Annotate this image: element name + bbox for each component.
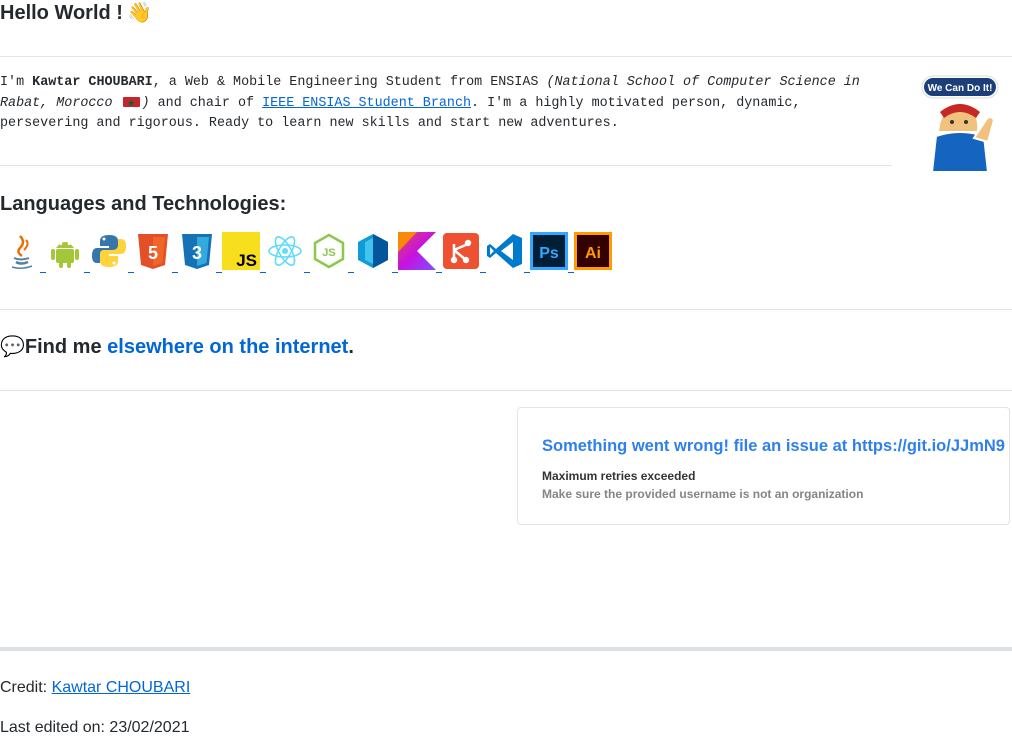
error-message: Maximum retries exceeded (542, 469, 696, 483)
credit-link[interactable]: Kawtar CHOUBARI (52, 679, 191, 696)
html5-icon[interactable]: 5 (134, 232, 172, 270)
photoshop-icon[interactable]: Ps (530, 232, 568, 270)
elsewhere-link[interactable]: elsewhere on the internet (107, 336, 348, 358)
javascript-icon[interactable]: JS (222, 232, 260, 270)
morocco-flag-icon (122, 94, 140, 115)
link-underline (128, 272, 134, 273)
divider (0, 390, 1012, 391)
speech-bubble-icon: 💬 (0, 336, 25, 358)
link-underline (172, 272, 178, 273)
find-me-heading: 💬Find me elsewhere on the internet. (0, 334, 354, 360)
find-me-suffix: . (348, 336, 354, 358)
divider (0, 56, 1012, 57)
link-underline (348, 272, 354, 273)
credit-line: Credit: Kawtar CHOUBARI (0, 678, 190, 698)
link-underline (40, 272, 46, 273)
error-hint: Make sure the provided username is not a… (542, 487, 864, 501)
svg-text:5: 5 (148, 243, 158, 263)
css3-icon[interactable]: 3 (178, 232, 216, 270)
wave-icon: 👋 (126, 2, 152, 24)
kotlin-icon[interactable] (398, 232, 436, 270)
svg-text:Ps: Ps (539, 245, 559, 262)
page-title: Hello World ! 👋 (0, 0, 152, 26)
author-name: Kawtar CHOUBARI (32, 75, 153, 90)
link-underline (304, 272, 310, 273)
react-icon[interactable] (266, 232, 304, 270)
link-underline (260, 272, 266, 273)
last-edited: Last edited on: 23/02/2021 (0, 719, 190, 736)
divider (0, 309, 1012, 310)
nodejs-icon[interactable]: JS (310, 232, 348, 270)
link-underline (568, 272, 574, 273)
we-can-do-it-sticker: We Can Do It! (921, 75, 999, 173)
svg-text:3: 3 (192, 243, 202, 263)
java-icon[interactable] (2, 232, 40, 270)
python-icon[interactable] (90, 232, 128, 270)
intro-paragraph: I'm Kawtar CHOUBARI, a Web & Mobile Engi… (0, 73, 895, 135)
languages-heading: Languages and Technologies: (0, 193, 287, 215)
flutter-icon[interactable] (354, 232, 392, 270)
illustrator-icon[interactable]: Ai (574, 232, 612, 270)
find-me-text: Find me (24, 336, 108, 358)
link-underline (216, 272, 222, 273)
intro-text: and chair of (149, 95, 263, 111)
git-icon[interactable] (442, 232, 480, 270)
link-underline (524, 272, 530, 273)
svg-text:JS: JS (236, 251, 257, 270)
link-underline (436, 272, 442, 273)
title-text: Hello World ! (0, 2, 123, 24)
android-icon[interactable] (46, 232, 84, 270)
divider (0, 165, 892, 166)
link-underline (392, 272, 398, 273)
error-title: Something went wrong! file an issue at h… (542, 437, 1005, 455)
sticker-text: We Can Do It! (928, 83, 993, 94)
vscode-icon[interactable] (486, 232, 524, 270)
github-stats-error-card: Something went wrong! file an issue at h… (517, 407, 1010, 525)
ieee-branch-link[interactable]: IEEE ENSIAS Student Branch (262, 96, 471, 111)
link-underline (480, 272, 486, 273)
school-close: ) (141, 95, 150, 111)
link-underline (84, 272, 90, 273)
svg-text:JS: JS (322, 247, 335, 259)
footer-divider (0, 647, 1012, 651)
svg-text:Ai: Ai (585, 245, 601, 262)
intro-text: , a Web & Mobile Engineering Student fro… (152, 75, 547, 90)
credit-label: Credit: (0, 679, 52, 696)
intro-text: I'm (0, 75, 33, 90)
